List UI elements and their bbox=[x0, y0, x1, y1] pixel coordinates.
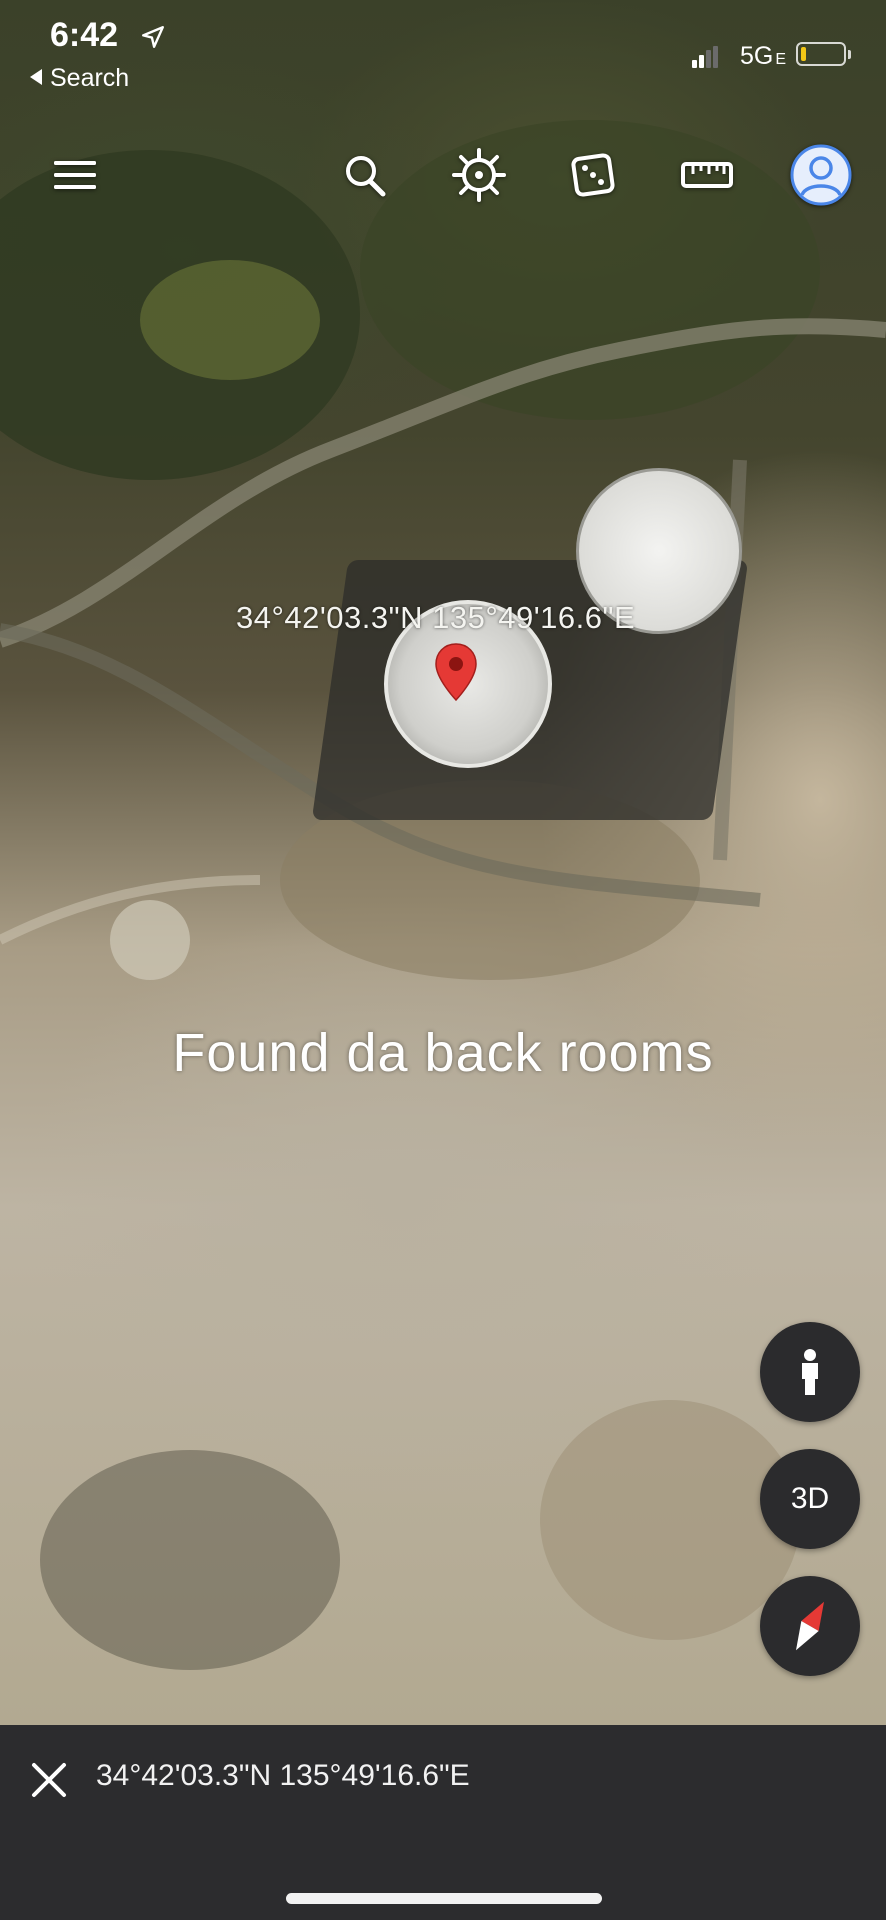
location-pin-icon[interactable] bbox=[433, 642, 479, 704]
close-icon[interactable] bbox=[26, 1757, 72, 1803]
battery-tip bbox=[848, 50, 851, 59]
back-arrow-icon bbox=[30, 69, 42, 86]
top-toolbar bbox=[0, 140, 886, 220]
measure-button[interactable] bbox=[672, 140, 742, 210]
search-icon bbox=[346, 156, 386, 197]
compass-button[interactable] bbox=[760, 1576, 860, 1676]
status-bar: 6:42 Search 5G E bbox=[0, 0, 886, 100]
voyager-icon bbox=[452, 148, 506, 202]
satellite-map[interactable]: 34°42'03.3"N 135°49'16.6"E Found da back… bbox=[0, 0, 886, 1725]
measure-ruler-icon bbox=[681, 162, 733, 188]
video-caption: Found da back rooms bbox=[172, 1023, 714, 1083]
back-to-search-link[interactable]: Search bbox=[30, 64, 129, 93]
network-label: 5G bbox=[740, 42, 774, 70]
menu-icon bbox=[54, 161, 96, 189]
network-suffix: E bbox=[775, 51, 787, 68]
structure bbox=[110, 900, 190, 980]
account-icon bbox=[790, 144, 852, 206]
feeling-lucky-dice-icon bbox=[571, 153, 615, 197]
bottom-info-bar: 34°42'03.3"N 135°49'16.6"E bbox=[0, 1725, 886, 1920]
search-button[interactable] bbox=[330, 140, 400, 210]
view-3d-button[interactable]: 3D bbox=[760, 1449, 860, 1549]
network-type: 5G E bbox=[740, 42, 786, 71]
battery-icon bbox=[796, 42, 846, 66]
back-label: Search bbox=[50, 64, 130, 92]
signal-strength-icon bbox=[692, 46, 718, 68]
paths-overlay bbox=[0, 318, 886, 945]
feeling-lucky-button[interactable] bbox=[558, 140, 628, 210]
account-button[interactable] bbox=[786, 140, 856, 210]
voyager-button[interactable] bbox=[444, 140, 514, 210]
location-arrow-icon bbox=[142, 26, 164, 48]
street-view-button[interactable] bbox=[760, 1322, 860, 1422]
pin-coordinates-label: 34°42'03.3"N 135°49'16.6"E bbox=[236, 600, 636, 635]
battery-level bbox=[801, 47, 806, 61]
selected-coordinates: 34°42'03.3"N 135°49'16.6"E bbox=[96, 1759, 470, 1792]
clock: 6:42 bbox=[50, 16, 119, 54]
compass-icon bbox=[796, 1601, 824, 1651]
pegman-icon bbox=[802, 1349, 818, 1395]
menu-button[interactable] bbox=[40, 140, 110, 210]
view-3d-label: 3D bbox=[790, 1482, 830, 1515]
home-indicator[interactable] bbox=[286, 1893, 602, 1904]
